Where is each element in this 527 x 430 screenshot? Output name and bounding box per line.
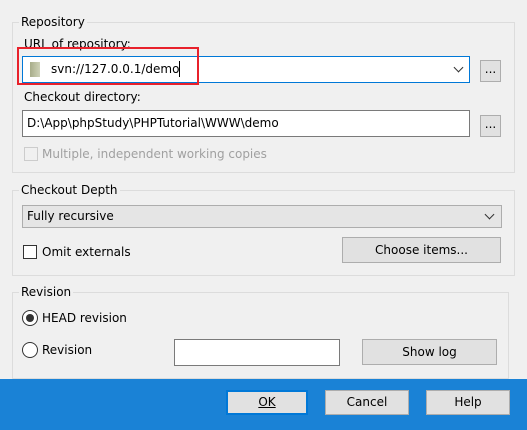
repository-group-label: Repository xyxy=(19,15,87,29)
checkout-depth-group: Checkout Depth xyxy=(12,183,515,276)
browse-url-button[interactable]: ... xyxy=(480,60,501,82)
depth-select[interactable]: Fully recursive xyxy=(22,205,502,228)
cancel-button[interactable]: Cancel xyxy=(325,390,409,415)
multiple-copies-checkbox[interactable] xyxy=(24,147,38,161)
multiple-copies-label: Multiple, independent working copies xyxy=(42,147,267,161)
checkout-depth-label: Checkout Depth xyxy=(19,183,120,197)
revision-input[interactable] xyxy=(174,339,340,366)
help-button[interactable]: Help xyxy=(426,390,510,415)
ok-button[interactable]: OK xyxy=(226,390,308,415)
browse-dir-button[interactable]: ... xyxy=(480,115,501,137)
checkout-dir-label: Checkout directory: xyxy=(24,90,141,104)
omit-externals-label: Omit externals xyxy=(42,245,131,259)
show-log-button[interactable]: Show log xyxy=(362,339,497,365)
checkout-dir-input[interactable]: D:\App\phpStudy\PHPTutorial\WWW\demo xyxy=(22,110,470,137)
choose-items-button[interactable]: Choose items... xyxy=(342,237,501,263)
omit-externals-checkbox[interactable] xyxy=(23,245,37,259)
revision-label: Revision xyxy=(42,343,93,357)
revision-radio[interactable] xyxy=(22,342,38,358)
chevron-down-icon xyxy=(484,209,495,220)
revision-group-label: Revision xyxy=(19,285,74,299)
head-revision-label: HEAD revision xyxy=(42,311,127,325)
head-revision-radio[interactable] xyxy=(22,310,38,326)
url-highlight-box xyxy=(17,47,199,85)
chevron-down-icon[interactable] xyxy=(453,62,464,73)
depth-value: Fully recursive xyxy=(27,209,114,223)
